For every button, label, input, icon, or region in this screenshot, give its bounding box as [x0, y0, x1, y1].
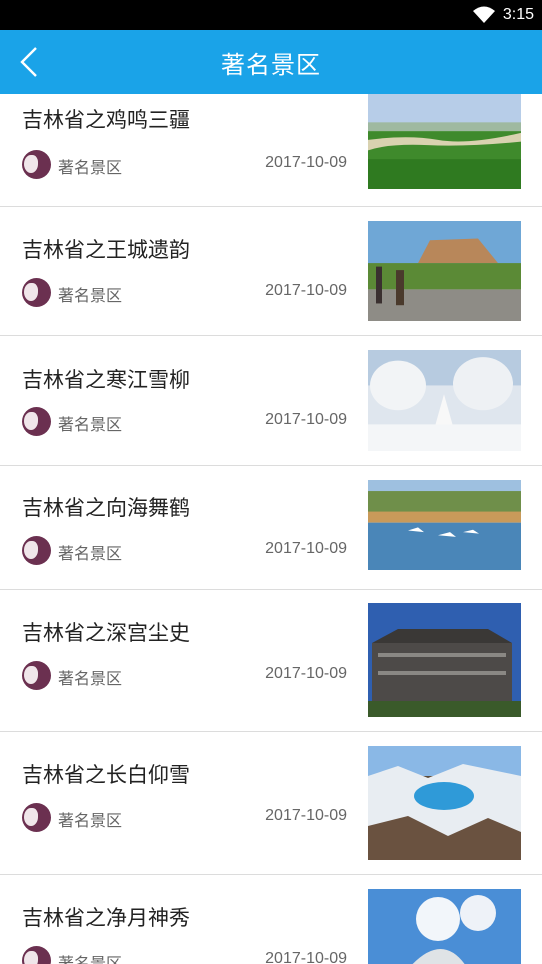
list-item[interactable]: 吉林省之寒江雪柳 著名景区 2017-10-09 — [0, 336, 542, 466]
item-title: 吉林省之寒江雪柳 — [22, 368, 190, 392]
avatar — [22, 536, 51, 565]
item-date: 2017-10-09 — [265, 540, 347, 557]
item-title: 吉林省之长白仰雪 — [22, 763, 190, 787]
item-source: 著名景区 — [58, 286, 123, 305]
item-title: 吉林省之向海舞鹤 — [22, 496, 190, 520]
wifi-icon — [472, 6, 495, 23]
item-title: 吉林省之净月神秀 — [22, 906, 190, 930]
status-bar: 3:15 — [0, 0, 542, 30]
list-item[interactable]: 吉林省之净月神秀 著名景区 2017-10-09 — [0, 875, 542, 964]
avatar — [22, 407, 51, 436]
avatar — [22, 946, 51, 964]
item-date: 2017-10-09 — [265, 154, 347, 171]
list-item[interactable]: 吉林省之向海舞鹤 著名景区 2017-10-09 — [0, 466, 542, 590]
avatar — [22, 150, 51, 179]
item-date: 2017-10-09 — [265, 282, 347, 299]
item-date: 2017-10-09 — [265, 950, 347, 964]
chevron-left-icon[interactable] — [14, 44, 50, 80]
item-title: 吉林省之深宫尘史 — [22, 621, 190, 645]
scenic-list[interactable]: 吉林省之鸡鸣三疆 著名景区 2017-10-09 吉林省之王城遗韵 著名景区 2… — [0, 94, 542, 964]
avatar — [22, 803, 51, 832]
avatar — [22, 661, 51, 690]
list-item[interactable]: 吉林省之长白仰雪 著名景区 2017-10-09 — [0, 732, 542, 875]
thumbnail-image — [368, 350, 521, 451]
item-date: 2017-10-09 — [265, 807, 347, 824]
item-source: 著名景区 — [58, 544, 123, 563]
item-source: 著名景区 — [58, 954, 123, 964]
app-bar: 著名景区 — [0, 30, 542, 94]
thumbnail-image — [368, 603, 521, 717]
thumbnail-image — [368, 94, 521, 189]
list-item[interactable]: 吉林省之王城遗韵 著名景区 2017-10-09 — [0, 207, 542, 336]
status-time: 3:15 — [502, 6, 534, 23]
list-item[interactable]: 吉林省之鸡鸣三疆 著名景区 2017-10-09 — [0, 94, 542, 207]
thumbnail-image — [368, 221, 521, 321]
item-source: 著名景区 — [58, 415, 123, 434]
thumbnail-image — [368, 480, 521, 570]
thumbnail-image — [368, 746, 521, 860]
item-source: 著名景区 — [58, 158, 123, 177]
list-item[interactable]: 吉林省之深宫尘史 著名景区 2017-10-09 — [0, 590, 542, 732]
item-title: 吉林省之王城遗韵 — [22, 238, 190, 262]
page-title: 著名景区 — [221, 50, 321, 79]
thumbnail-image — [368, 889, 521, 964]
item-date: 2017-10-09 — [265, 411, 347, 428]
item-date: 2017-10-09 — [265, 665, 347, 682]
item-title: 吉林省之鸡鸣三疆 — [22, 108, 190, 132]
avatar — [22, 278, 51, 307]
item-source: 著名景区 — [58, 669, 123, 688]
item-source: 著名景区 — [58, 811, 123, 830]
